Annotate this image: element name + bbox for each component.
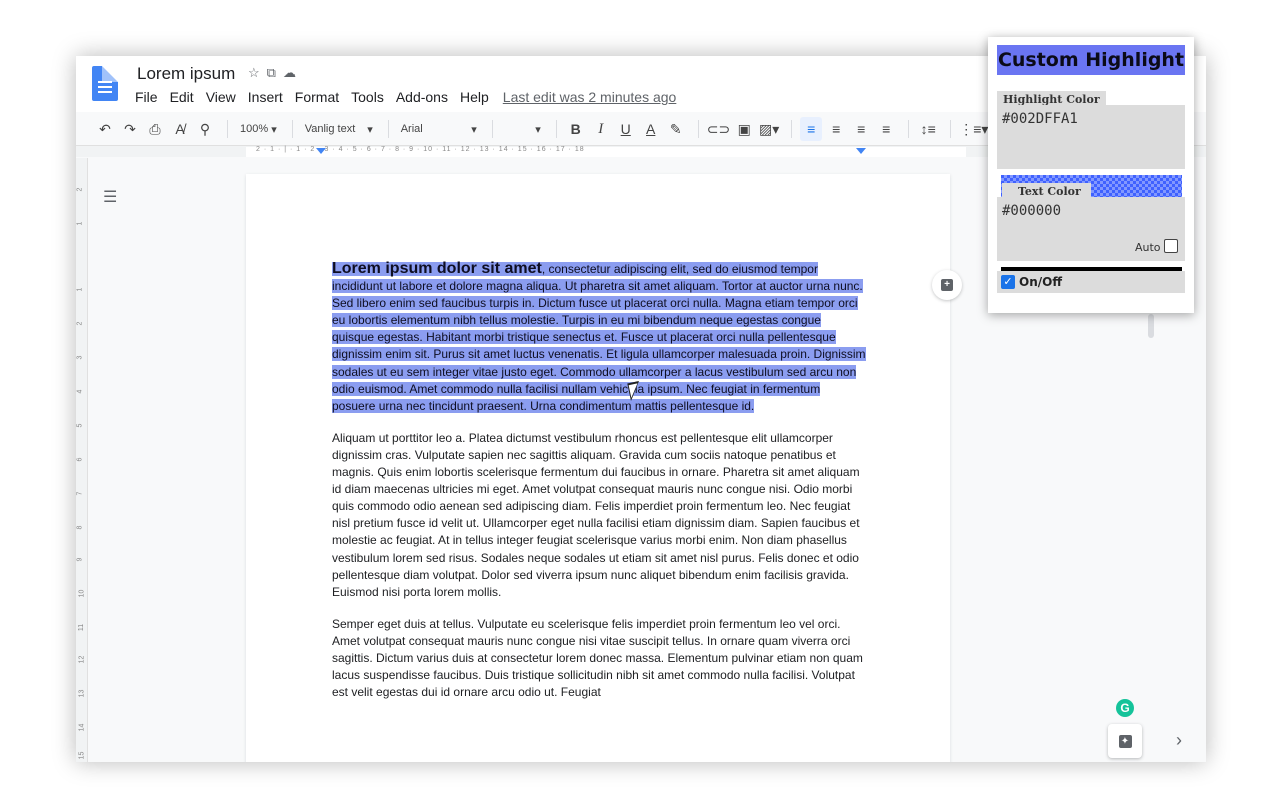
- ruler-number: 1: [76, 221, 84, 226]
- grammarly-icon[interactable]: G: [1116, 699, 1134, 717]
- docs-logo-icon[interactable]: [92, 66, 118, 101]
- highlight-pen-icon[interactable]: ✎: [665, 117, 687, 141]
- menu-bar: File Edit View Insert Format Tools Add-o…: [135, 89, 688, 105]
- ruler-number: 1: [76, 287, 84, 292]
- ruler-number: 14: [78, 723, 86, 732]
- font-value: Arial: [400, 123, 423, 135]
- left-indent-marker[interactable]: [316, 148, 326, 154]
- popup-title: Custom Highlight: [997, 45, 1185, 75]
- align-right-icon[interactable]: ≡: [850, 117, 872, 141]
- chevron-right-icon[interactable]: ›: [1176, 730, 1182, 751]
- menu-file[interactable]: File: [135, 89, 158, 105]
- text-color-button[interactable]: A: [640, 117, 662, 141]
- document-page[interactable]: Lorem ipsum dolor sit amet, consectetur …: [246, 174, 950, 762]
- folder-icon[interactable]: ⧉: [267, 65, 283, 81]
- comment-icon[interactable]: ▣: [733, 117, 755, 141]
- align-center-icon[interactable]: ≡: [825, 117, 847, 141]
- align-left-icon[interactable]: ≡: [800, 117, 823, 141]
- vertical-ruler[interactable]: 2 1 1 2 3 4 5 6 7 8 9 10 11 12 13 14 15: [76, 158, 88, 762]
- right-indent-marker[interactable]: [856, 148, 866, 154]
- toolbar-divider: [387, 120, 389, 138]
- link-icon[interactable]: ⊂⊃: [707, 117, 730, 141]
- ruler-number: 7: [76, 491, 84, 496]
- menu-edit[interactable]: Edit: [170, 89, 194, 105]
- ruler-number: 6: [76, 457, 84, 462]
- scrollbar[interactable]: [1148, 314, 1154, 338]
- style-value: Vanlig text: [304, 123, 356, 135]
- menu-help[interactable]: Help: [460, 89, 489, 105]
- zoom-value: 100%: [240, 123, 269, 135]
- document-title[interactable]: Lorem ipsum: [137, 64, 235, 84]
- toolbar-divider: [791, 120, 793, 138]
- ruler-number: 10: [78, 589, 86, 598]
- menu-addons[interactable]: Add-ons: [396, 89, 448, 105]
- justify-icon[interactable]: ≡: [875, 117, 897, 141]
- toolbar-divider: [491, 120, 493, 138]
- ruler-number: 2: [76, 187, 84, 192]
- star-icon[interactable]: ☆: [248, 65, 267, 81]
- ruler-number: 11: [78, 623, 86, 632]
- paint-format-icon[interactable]: ⚲: [194, 117, 216, 141]
- ruler-number: 13: [78, 689, 86, 698]
- ruler-number: 3: [76, 355, 84, 360]
- numbered-list-icon[interactable]: ⋮≡▾: [959, 117, 988, 141]
- toolbar-divider: [908, 120, 910, 138]
- toolbar-divider: [291, 120, 293, 138]
- ruler-number: 15: [78, 751, 86, 760]
- ruler-numbers: 2 · 1 · | · 1 · 2 · 3 · 4 · 5 · 6 · 7 · …: [256, 146, 585, 153]
- spellcheck-icon[interactable]: A̸: [169, 117, 191, 141]
- ruler-number: 8: [76, 525, 84, 530]
- paragraph[interactable]: Semper eget duis at tellus. Vulputate eu…: [332, 616, 866, 701]
- paragraph[interactable]: Aliquam ut porttitor leo a. Platea dictu…: [332, 430, 866, 601]
- auto-label: Auto: [1135, 241, 1161, 254]
- onoff-row[interactable]: ✓ On/Off: [997, 271, 1185, 293]
- ruler-number: 5: [76, 423, 84, 428]
- bold-button[interactable]: B: [565, 117, 587, 141]
- custom-highlight-popup: Custom Highlight Highlight Color #002DFF…: [988, 37, 1194, 313]
- font-size-select[interactable]: ▾: [501, 117, 545, 141]
- add-comment-icon: +: [941, 279, 953, 291]
- paragraph-text: , consectetur adipiscing elit, sed do ei…: [332, 262, 866, 413]
- line-spacing-icon[interactable]: ↕≡: [917, 117, 939, 141]
- undo-icon[interactable]: ↶: [94, 117, 116, 141]
- print-icon[interactable]: ⎙: [144, 117, 166, 141]
- text-color-value[interactable]: #000000: [1002, 203, 1061, 219]
- toolbar-divider: [227, 120, 228, 138]
- menu-insert[interactable]: Insert: [248, 89, 283, 105]
- add-comment-button[interactable]: +: [932, 270, 962, 300]
- underline-button[interactable]: U: [615, 117, 637, 141]
- title-icons: ☆⧉☁: [248, 65, 303, 81]
- highlight-color-value[interactable]: #002DFFA1: [1002, 111, 1078, 127]
- ruler-number: 4: [76, 389, 84, 394]
- menu-format[interactable]: Format: [295, 89, 339, 105]
- last-edit-link[interactable]: Last edit was 2 minutes ago: [503, 89, 677, 105]
- cloud-icon[interactable]: ☁: [283, 65, 303, 81]
- paragraph-selected[interactable]: Lorem ipsum dolor sit amet, consectetur …: [332, 260, 866, 415]
- ruler-number: 9: [76, 557, 84, 562]
- toolbar-divider: [697, 120, 699, 138]
- menu-view[interactable]: View: [206, 89, 236, 105]
- font-select[interactable]: Arial ▾: [397, 117, 481, 141]
- style-select[interactable]: Vanlig text ▾: [301, 117, 377, 141]
- auto-checkbox[interactable]: [1164, 239, 1178, 253]
- toolbar-divider: [950, 120, 952, 138]
- onoff-checkbox[interactable]: ✓: [1001, 275, 1015, 289]
- redo-icon[interactable]: ↷: [119, 117, 141, 141]
- ruler-number: 2: [76, 321, 84, 326]
- paragraph-heading: Lorem ipsum dolor sit amet: [332, 260, 542, 277]
- outline-icon[interactable]: ☰: [103, 187, 117, 207]
- onoff-label: On/Off: [1019, 275, 1063, 289]
- menu-tools[interactable]: Tools: [351, 89, 384, 105]
- toolbar-divider: [555, 120, 557, 138]
- document-body[interactable]: Lorem ipsum dolor sit amet, consectetur …: [332, 260, 866, 716]
- image-icon[interactable]: ▨▾: [758, 117, 780, 141]
- explore-button[interactable]: ✦: [1108, 724, 1142, 758]
- ruler-number: 12: [78, 655, 86, 664]
- italic-button[interactable]: I: [590, 117, 612, 141]
- explore-icon: ✦: [1118, 734, 1132, 748]
- zoom-select[interactable]: 100% ▾: [236, 117, 281, 141]
